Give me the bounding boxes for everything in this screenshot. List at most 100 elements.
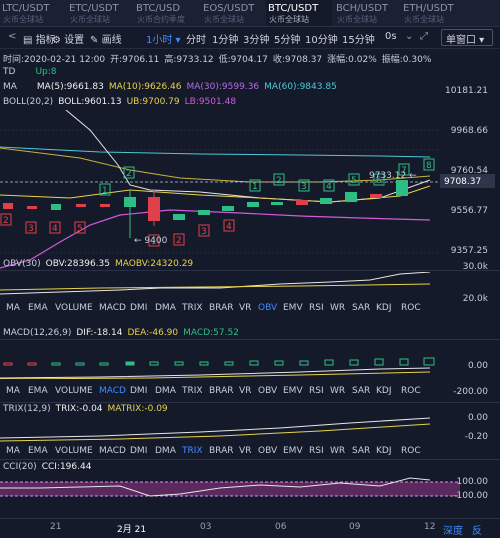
divider xyxy=(0,402,500,403)
indicator-tab-rsi[interactable]: RSI xyxy=(309,303,324,313)
indicator-tab-ma[interactable]: MA xyxy=(6,303,20,313)
dif-value: DIF:-18.14 xyxy=(76,328,123,338)
indicator-tab-kdj[interactable]: KDJ xyxy=(376,386,392,396)
indicator-tab-macd[interactable]: MACD xyxy=(99,386,126,396)
window-mode-select[interactable]: 单窗口 ▾ xyxy=(441,29,493,46)
indicator-tab-kdj[interactable]: KDJ xyxy=(376,303,392,313)
indicator-tab-macd[interactable]: MACD xyxy=(99,303,126,313)
cci-label: CCI(20) xyxy=(3,462,37,472)
amplitude-value: 振幅:0.30% xyxy=(381,55,432,65)
indicator-tab-ma[interactable]: MA xyxy=(6,446,20,456)
depth-button[interactable]: 深度 xyxy=(443,522,463,537)
indicator-tab-ema[interactable]: EMA xyxy=(28,386,48,396)
indicator-tab-brar[interactable]: BRAR xyxy=(209,386,233,396)
reverse-button[interactable]: 反 xyxy=(472,522,482,537)
ma60-value: MA(60):9843.85 xyxy=(264,82,337,92)
ma5-value: MA(5):9661.83 xyxy=(36,82,104,92)
macd-axis-tick: 0.00 xyxy=(467,361,488,371)
indicator-tab-obv[interactable]: OBV xyxy=(258,303,277,313)
high-price-marker: 9733.12 ← xyxy=(369,171,417,181)
indicator-tab-volume[interactable]: VOLUME xyxy=(55,386,93,396)
main-chart[interactable]: 2 3 4 5 1 2 1 2 3 4 1 2 3 4 5 6 7 8 xyxy=(0,110,500,270)
period-5m[interactable]: 5分钟 xyxy=(274,31,300,46)
ma10-value: MA(10):9626.46 xyxy=(108,82,182,92)
period-15m[interactable]: 15分钟 xyxy=(342,31,375,46)
period-1h[interactable]: 1小时 ▾ xyxy=(146,31,181,46)
chevron-down-icon[interactable]: ⌄ xyxy=(405,31,413,42)
indicator-tab-dma[interactable]: DMA xyxy=(155,386,176,396)
indicator-tab-dma[interactable]: DMA xyxy=(155,446,176,456)
tab-btc-usdt[interactable]: BTC/USDT 火币全球站 xyxy=(266,0,332,26)
indicator-tab-sar[interactable]: SAR xyxy=(352,446,370,456)
cci-axis-tick: -100.00 xyxy=(453,491,488,501)
settings-label: 设置 xyxy=(64,35,85,46)
high-value: 高:9733.12 xyxy=(164,55,214,65)
indicator-tab-dmi[interactable]: DMI xyxy=(130,303,147,313)
x-axis-tick: 06 xyxy=(275,522,287,532)
indicator-tab-brar[interactable]: BRAR xyxy=(209,446,233,456)
indicator-tab-sar[interactable]: SAR xyxy=(352,386,370,396)
indicator-tab-trix[interactable]: TRIX xyxy=(182,303,203,313)
indicator-tab-vr[interactable]: VR xyxy=(239,386,251,396)
indicator-tab-dma[interactable]: DMA xyxy=(155,303,176,313)
ohlc-info: 时间:2020-02-21 12:00 开:9706.11 高:9733.12 低:9… xyxy=(3,52,436,65)
indicator-tab-brar[interactable]: BRAR xyxy=(209,303,233,313)
obv-label: OBV(30) xyxy=(3,259,41,269)
cci-axis-tick: 100.00 xyxy=(456,477,489,487)
indicator-tab-rsi[interactable]: RSI xyxy=(309,446,324,456)
indicator-tab-emv[interactable]: EMV xyxy=(283,386,303,396)
indicator-tab-obv[interactable]: OBV xyxy=(258,386,277,396)
indicator-tab-sar[interactable]: SAR xyxy=(352,303,370,313)
indicator-tab-roc[interactable]: ROC xyxy=(401,386,421,396)
pen-icon: ✎ xyxy=(90,35,99,46)
ma-label: MA xyxy=(3,82,17,92)
indicator-button[interactable]: ▤ 指标 xyxy=(23,31,56,46)
indicator-tab-ema[interactable]: EMA xyxy=(28,446,48,456)
indicator-tab-dmi[interactable]: DMI xyxy=(130,386,147,396)
indicator-tab-trix[interactable]: TRIX xyxy=(182,446,203,456)
period-10m[interactable]: 10分钟 xyxy=(305,31,338,46)
indicator-tab-dmi[interactable]: DMI xyxy=(130,446,147,456)
indicator-tab-macd[interactable]: MACD xyxy=(99,446,126,456)
indicator-tab-vr[interactable]: VR xyxy=(239,303,251,313)
tab-label: ETH/USDT xyxy=(403,3,454,14)
tab-label: BCH/USDT xyxy=(336,3,389,14)
indicator-tab-emv[interactable]: EMV xyxy=(283,303,303,313)
indicator-tab-obv[interactable]: OBV xyxy=(258,446,277,456)
tab-eos-usdt[interactable]: EOS/USDT 火币全球站 xyxy=(201,0,267,26)
indicator-tab-vr[interactable]: VR xyxy=(239,446,251,456)
indicator-tab-emv[interactable]: EMV xyxy=(283,446,303,456)
x-axis-tick: 03 xyxy=(200,522,212,532)
td-info: TD Up:8 xyxy=(3,67,62,77)
settings-button[interactable]: ⚙ 设置 xyxy=(52,31,84,46)
indicator-tab-wr[interactable]: WR xyxy=(330,303,345,313)
period-other[interactable]: 0s xyxy=(385,31,397,42)
period-timeline[interactable]: 分时 xyxy=(186,31,206,46)
indicator-tab-ema[interactable]: EMA xyxy=(28,303,48,313)
expand-icon[interactable]: ⤢ xyxy=(420,31,428,42)
tab-bch-usdt[interactable]: BCH/USDT 火币全球站 xyxy=(334,0,400,26)
indicator-tab-wr[interactable]: WR xyxy=(330,386,345,396)
tab-ltc-usdt[interactable]: LTC/USDT 火币全球站 xyxy=(0,0,66,26)
period-1m[interactable]: 1分钟 xyxy=(212,31,238,46)
collapse-icon[interactable]: < xyxy=(8,31,16,42)
period-3m[interactable]: 3分钟 xyxy=(243,31,269,46)
indicator-tab-trix[interactable]: TRIX xyxy=(182,386,203,396)
draw-button[interactable]: ✎ 画线 xyxy=(90,31,122,46)
indicator-tab-rsi[interactable]: RSI xyxy=(309,386,324,396)
indicator-tab-volume[interactable]: VOLUME xyxy=(55,303,93,313)
divider xyxy=(0,339,500,340)
indicator-tab-roc[interactable]: ROC xyxy=(401,303,421,313)
svg-text:1: 1 xyxy=(252,182,258,192)
indicator-tab-ma[interactable]: MA xyxy=(6,386,20,396)
indicator-tab-wr[interactable]: WR xyxy=(330,446,345,456)
td-value: Up:8 xyxy=(35,67,57,77)
tab-eth-usdt[interactable]: ETH/USDT 火币全球站 xyxy=(401,0,467,26)
indicator-tab-volume[interactable]: VOLUME xyxy=(55,446,93,456)
indicator-tab-roc[interactable]: ROC xyxy=(401,446,421,456)
indicator-tab-kdj[interactable]: KDJ xyxy=(376,446,392,456)
x-axis: 21 2月 21 03 06 09 12 深度 反 xyxy=(0,520,500,538)
tab-btc-usd[interactable]: BTC/USD 火币合约季度 xyxy=(134,0,200,26)
boll-info: BOLL(20,2) BOLL:9601.13 UB:9700.79 LB:9501.… xyxy=(3,97,241,107)
tab-etc-usdt[interactable]: ETC/USDT 火币全球站 xyxy=(67,0,133,26)
